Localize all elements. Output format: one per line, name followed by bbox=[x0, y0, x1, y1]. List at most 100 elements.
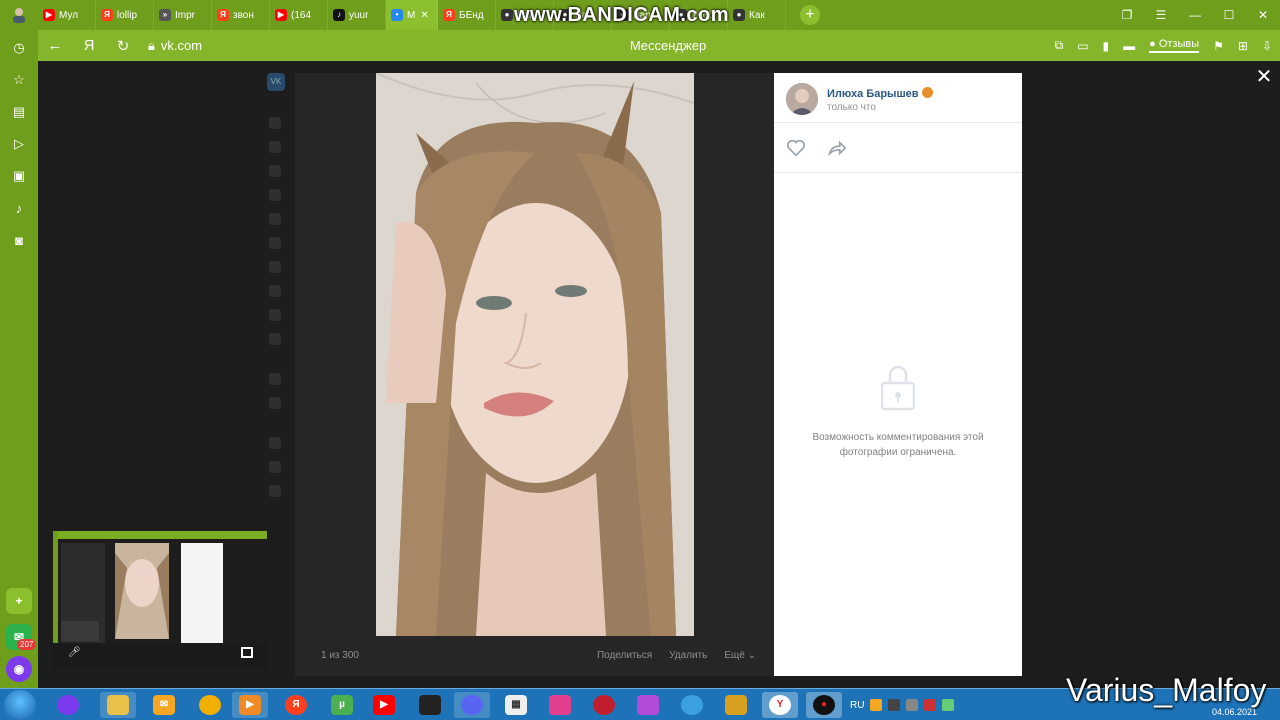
tab-label: звон bbox=[233, 9, 254, 21]
photo-counter: 1 из 300 bbox=[321, 650, 359, 661]
menu-icon-clips bbox=[269, 309, 281, 321]
mic-icon[interactable]: ▮ bbox=[1103, 39, 1110, 53]
tray-icon-3[interactable] bbox=[924, 699, 937, 711]
browser-tab[interactable]: ● Как bbox=[728, 0, 786, 30]
minimize-button[interactable]: — bbox=[1178, 0, 1212, 30]
vk-logo: VK bbox=[267, 73, 285, 91]
tab-favicon-icon: ● bbox=[501, 9, 513, 21]
network-icon[interactable] bbox=[942, 699, 955, 711]
game2-icon[interactable] bbox=[718, 692, 754, 718]
tray-icon-1[interactable] bbox=[870, 699, 883, 711]
comment-icon: ● bbox=[1149, 38, 1156, 50]
calendar-icon[interactable]: ▣ bbox=[9, 166, 29, 186]
yandex-browser-icon[interactable]: Y bbox=[762, 692, 798, 718]
tab-favicon-icon: • bbox=[391, 9, 403, 21]
game-icon[interactable] bbox=[192, 692, 228, 718]
discord-icon[interactable] bbox=[454, 692, 490, 718]
tab-favicon-icon: ♪ bbox=[333, 9, 345, 21]
comments-locked: Возможность комментирования этой фотогра… bbox=[774, 363, 1022, 460]
volume-icon[interactable] bbox=[906, 699, 919, 711]
tab-close-icon[interactable]: ✕ bbox=[420, 10, 428, 21]
url-field[interactable]: 🔒︎ vk.com bbox=[148, 38, 202, 54]
browser-tab[interactable]: ▶ Мул bbox=[38, 0, 96, 30]
screen-preview-thumbnail[interactable]: 🎤︎ bbox=[53, 513, 267, 669]
yandex-button[interactable]: Я bbox=[72, 30, 106, 61]
viewer-actions: Поделиться Удалить Ещё ⌄ bbox=[597, 650, 756, 661]
chat-icon[interactable]: ▬ bbox=[1123, 39, 1135, 53]
media-player-icon[interactable]: ▶ bbox=[232, 692, 268, 718]
feedback-button[interactable]: ● Отзывы bbox=[1149, 38, 1200, 53]
new-tab-button[interactable]: + bbox=[800, 5, 820, 25]
reload-button[interactable]: ↻ bbox=[106, 30, 140, 61]
tab-label: Как bbox=[749, 9, 765, 21]
language-indicator[interactable]: RU bbox=[850, 700, 864, 711]
more-link[interactable]: Ещё ⌄ bbox=[724, 650, 756, 661]
avatar[interactable] bbox=[786, 83, 818, 115]
photo-image[interactable] bbox=[376, 73, 694, 636]
alice-icon[interactable]: ◉ bbox=[6, 656, 32, 682]
heart-icon[interactable] bbox=[785, 137, 807, 159]
fullscreen-icon[interactable] bbox=[241, 647, 253, 658]
collections-icon[interactable]: ▤ bbox=[9, 102, 29, 122]
download-icon[interactable]: ⇩ bbox=[1262, 39, 1272, 53]
collections-toolbar-icon[interactable]: ⊞ bbox=[1238, 39, 1248, 53]
share-icon[interactable] bbox=[826, 137, 848, 159]
menu-icon-files bbox=[269, 461, 281, 473]
menu-icon-apps bbox=[269, 373, 281, 385]
back-button[interactable]: ← bbox=[38, 30, 72, 61]
browser-blue-icon[interactable] bbox=[674, 692, 710, 718]
menu-icon-bookmarks bbox=[269, 437, 281, 449]
play-icon[interactable]: ▷ bbox=[9, 134, 29, 154]
youtube-icon[interactable]: ▶ bbox=[366, 692, 402, 718]
star-icon[interactable]: ☆ bbox=[9, 70, 29, 90]
utorrent-icon[interactable]: µ bbox=[324, 692, 360, 718]
close-window-button[interactable]: ✕ bbox=[1246, 0, 1280, 30]
tab-manager-icon[interactable]: ❐ bbox=[1110, 0, 1144, 30]
author-name[interactable]: Илюха Барышев bbox=[827, 87, 933, 100]
tab-favicon-icon: ▶ bbox=[43, 9, 55, 21]
start-button[interactable] bbox=[4, 690, 36, 720]
tray-icon-2[interactable] bbox=[888, 699, 901, 711]
browser-tab[interactable]: • М ✕ bbox=[386, 0, 438, 30]
browser-tab[interactable]: Яlollip bbox=[96, 0, 154, 30]
steam-icon[interactable] bbox=[412, 692, 448, 718]
menu-icon[interactable]: ☰ bbox=[1144, 0, 1178, 30]
calculator-icon[interactable]: ▦ bbox=[498, 692, 534, 718]
mail-icon[interactable]: ✉ bbox=[146, 692, 182, 718]
copy-icon[interactable]: ⧉ bbox=[1055, 38, 1064, 53]
browser-tab[interactable]: ▶ (164 bbox=[270, 0, 328, 30]
menu-icon-games bbox=[269, 333, 281, 345]
alice-taskbar-icon[interactable] bbox=[50, 692, 86, 718]
maximize-button[interactable]: ☐ bbox=[1212, 0, 1246, 30]
app-purple-icon[interactable] bbox=[630, 692, 666, 718]
reader-icon[interactable]: ▭ bbox=[1077, 39, 1088, 53]
bell-icon[interactable]: ♪ bbox=[9, 198, 29, 218]
photo-editor-icon[interactable] bbox=[542, 692, 578, 718]
browser-tab[interactable]: Я БЕнд bbox=[438, 0, 496, 30]
browser-tab[interactable]: » Impr bbox=[154, 0, 212, 30]
photo-info-panel: Илюха Барышев только что Возможность ком… bbox=[774, 73, 1022, 676]
window-controls: ❐ ☰ — ☐ ✕ bbox=[1110, 0, 1280, 30]
browser-menu-icon[interactable] bbox=[0, 0, 38, 30]
notification-badge: 207 bbox=[17, 639, 37, 650]
app-red-icon[interactable] bbox=[586, 692, 622, 718]
yandex-icon[interactable]: Я bbox=[278, 692, 314, 718]
add-panel-button[interactable]: + bbox=[6, 588, 32, 614]
tab-favicon-icon: ▶ bbox=[275, 9, 287, 21]
menu-icon-photos bbox=[269, 237, 281, 249]
mic-icon[interactable]: 🎤︎ bbox=[68, 647, 81, 661]
tab-favicon-icon: ● bbox=[733, 9, 745, 21]
browser-tab[interactable]: ♪ yuur bbox=[328, 0, 386, 30]
close-viewer-button[interactable]: ✕ bbox=[1252, 66, 1276, 90]
camera-icon[interactable]: ◙ bbox=[9, 230, 29, 250]
streamer-name-overlay: Varius_Malfoy bbox=[1066, 672, 1267, 708]
tab-label: БЕнд bbox=[459, 9, 484, 21]
bookmark-icon[interactable]: ⚑ bbox=[1213, 39, 1224, 53]
author-header: Илюха Барышев только что bbox=[774, 73, 1022, 123]
share-link[interactable]: Поделиться bbox=[597, 650, 652, 661]
browser-tab[interactable]: Язвон bbox=[212, 0, 270, 30]
explorer-icon[interactable] bbox=[100, 692, 136, 718]
delete-link[interactable]: Удалить bbox=[669, 650, 707, 661]
bandicam-icon[interactable]: ● bbox=[806, 692, 842, 718]
history-icon[interactable]: ◷ bbox=[9, 38, 29, 58]
